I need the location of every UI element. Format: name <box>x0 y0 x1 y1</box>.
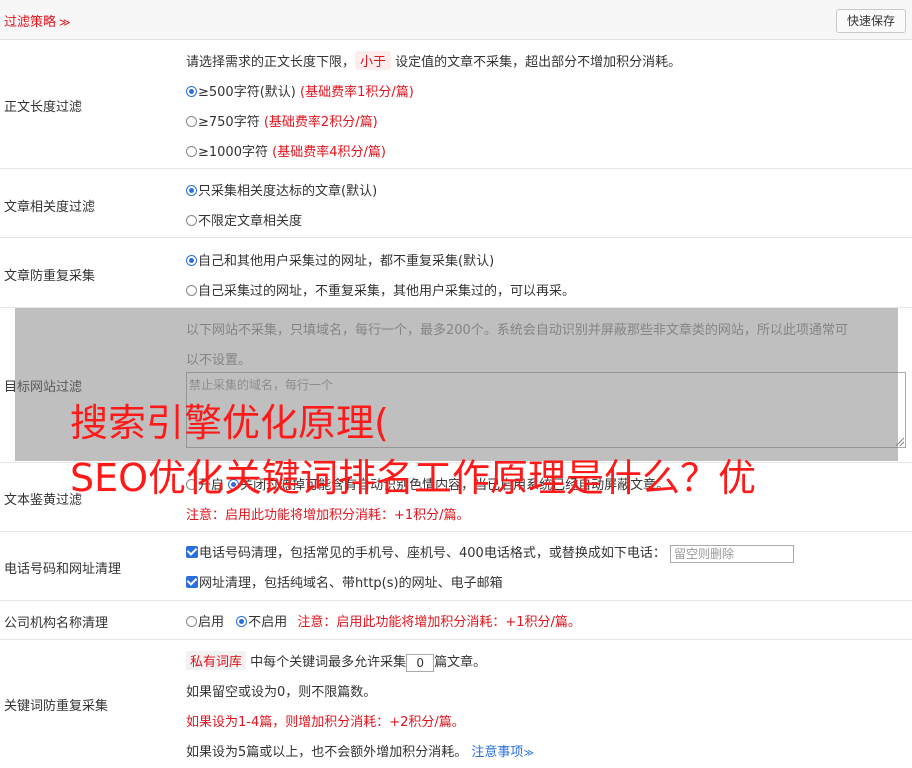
radio-enable-button[interactable] <box>186 616 197 627</box>
desc-text: 中每个关键词最多允许采集 <box>250 655 407 670</box>
keyword-line-4: 如果设为5篇或以上，也不会额外增加积分消耗。 注意事项≫ <box>186 741 534 760</box>
keyword-dedupe-label: 关键词防重复采集 <box>4 699 109 714</box>
watermark-title-line2: SEO优化关键词排名工作原理是什么？优 <box>70 456 757 500</box>
chevron-down-icon: ≫ <box>59 16 71 29</box>
dedupe-option-all[interactable]: 自己和其他用户采集过的网址，都不重复采集(默认) <box>186 250 494 269</box>
porn-filter-note: 注意：启用此功能将增加积分消耗：+1积分/篇。 <box>186 508 470 523</box>
chevron-down-icon: ≫ <box>523 748 534 759</box>
company-label: 公司机构名称清理 <box>4 616 109 631</box>
radio-button[interactable] <box>186 285 197 296</box>
desc-text: 请选择需求的正文长度下限， <box>186 55 356 70</box>
relevance-option-qualified[interactable]: 只采集相关度达标的文章(默认) <box>186 180 377 199</box>
relevance-filter-row: 文章相关度过滤 <box>0 169 912 238</box>
watermark-title-line1: 搜索引擎优化原理( <box>70 401 389 445</box>
dedupe-option-self[interactable]: 自己采集过的网址，不重复采集，其他用户采集过的，可以再采。 <box>186 280 575 299</box>
quick-save-button[interactable]: 快速保存 <box>836 9 906 33</box>
option-label: 只采集相关度达标的文章(默认) <box>198 184 378 199</box>
option-label: ≥750字符 <box>198 115 260 130</box>
section-title-text: 过滤策略 <box>4 15 57 30</box>
option-label: ≥1000字符 <box>198 145 268 160</box>
filter-strategy-header: 过滤策略 ≫ 快速保存 <box>0 0 912 40</box>
input-placeholder: 留空则删除 <box>673 546 734 561</box>
radio-button[interactable] <box>186 116 197 127</box>
desc-text: 篇文章。 <box>434 655 487 670</box>
option-note: (基础费率4积分/篇) <box>272 145 386 160</box>
option-label: 网址清理，包括纯域名、带http(s)的网址、电子邮箱 <box>199 576 503 591</box>
keyword-line-3: 如果设为1-4篇，则增加积分消耗：+2积分/篇。 <box>186 715 465 730</box>
radio-button[interactable] <box>186 215 197 226</box>
length-filter-label: 正文长度过滤 <box>4 100 83 115</box>
relevance-filter-label: 文章相关度过滤 <box>4 200 96 215</box>
notice-link-text: 注意事项 <box>471 745 524 760</box>
option-note: (基础费率1积分/篇) <box>300 85 414 100</box>
option-label: 自己采集过的网址，不重复采集，其他用户采集过的，可以再采。 <box>198 284 576 299</box>
radio-button[interactable] <box>186 185 197 196</box>
keyword-limit-line: 私有词库 中每个关键词最多允许采集 0 篇文章。 <box>186 651 486 672</box>
radio-disable-button[interactable] <box>236 616 248 627</box>
radio-button[interactable] <box>186 86 197 97</box>
length-filter-desc: 请选择需求的正文长度下限， 小于 设定值的文章不采集，超出部分不增加积分消耗。 <box>186 51 681 70</box>
keyword-limit-input[interactable]: 0 <box>406 653 435 672</box>
option-label: ≥500字符(默认) <box>198 85 296 100</box>
checkbox[interactable] <box>186 546 198 558</box>
length-option-1000[interactable]: ≥1000字符 (基础费率4积分/篇) <box>186 141 386 160</box>
notice-link[interactable]: 注意事项≫ <box>471 745 533 760</box>
company-options: 启用 不启用 注意：启用此功能将增加积分消耗：+1积分/篇。 <box>186 611 581 630</box>
keyword-line-2: 如果留空或设为0，则不限篇数。 <box>186 685 377 700</box>
relevance-option-unlimited[interactable]: 不限定文章相关度 <box>186 210 302 229</box>
section-title[interactable]: 过滤策略 ≫ <box>4 11 71 30</box>
input-value: 0 <box>416 655 424 670</box>
replace-phone-input[interactable]: 留空则删除 <box>669 544 794 563</box>
phone-clean-option[interactable]: 电话号码清理，包括常见的手机号、座机号、400电话格式，或替换成如下电话： 留空… <box>186 542 794 563</box>
dedupe-label: 文章防重复采集 <box>4 269 96 284</box>
company-note: 注意：启用此功能将增加积分消耗：+1积分/篇。 <box>297 615 581 630</box>
private-lexicon-badge: 私有词库 <box>186 651 247 670</box>
option-label: 不限定文章相关度 <box>198 214 303 229</box>
option-label: 启用 <box>198 615 225 630</box>
radio-button[interactable] <box>186 146 197 157</box>
option-label: 自己和其他用户采集过的网址，都不重复采集(默认) <box>198 254 495 269</box>
desc-text: 如果设为5篇或以上，也不会额外增加积分消耗。 <box>186 745 468 760</box>
checkbox[interactable] <box>186 576 198 588</box>
phone-url-label: 电话号码和网址清理 <box>4 562 122 577</box>
length-option-500[interactable]: ≥500字符(默认) (基础费率1积分/篇) <box>186 81 414 100</box>
desc-text: 设定值的文章不采集，超出部分不增加积分消耗。 <box>395 55 682 70</box>
option-note: (基础费率2积分/篇) <box>263 115 378 130</box>
less-than-badge: 小于 <box>355 51 392 70</box>
option-label: 电话号码清理，包括常见的手机号、座机号、400电话格式，或替换成如下电话： <box>199 546 666 561</box>
option-label: 不启用 <box>248 615 288 630</box>
length-option-750[interactable]: ≥750字符 (基础费率2积分/篇) <box>186 111 378 130</box>
radio-button[interactable] <box>186 255 197 266</box>
url-clean-option[interactable]: 网址清理，包括纯域名、带http(s)的网址、电子邮箱 <box>186 572 503 591</box>
